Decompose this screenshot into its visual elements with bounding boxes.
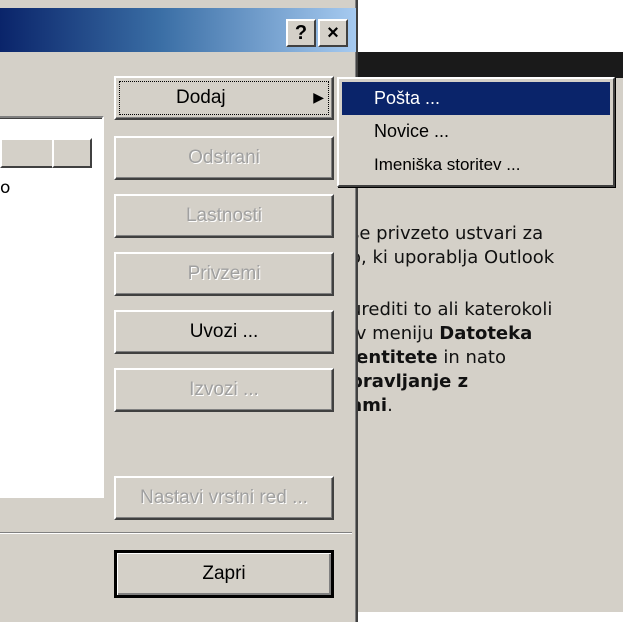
menu-item-directory-service[interactable]: Imeniška storitev ...	[342, 148, 610, 181]
dialog-separator	[0, 532, 352, 534]
accounts-dialog: ? × o Dodaj ▶ Odstrani Lastnosti Privzemi…	[0, 0, 358, 622]
help-line-2: o, ki uporablja Outlook	[350, 247, 555, 268]
help-line-1: se privzeto ustvari za	[350, 223, 544, 244]
remove-button[interactable]: Odstrani	[114, 136, 334, 180]
close-button[interactable]: ×	[318, 19, 348, 47]
add-button-label: Dodaj	[176, 87, 226, 108]
help-line-5-text: in nato	[437, 347, 506, 368]
close-icon: ×	[327, 22, 339, 44]
help-button[interactable]: ?	[286, 19, 316, 47]
help-identitete: lentitete	[350, 347, 438, 368]
help-line-3: urediti to ali katerokoli	[350, 299, 553, 320]
menu-item-mail[interactable]: Pošta ...	[342, 82, 610, 115]
dialog-titlebar[interactable]: ? ×	[0, 8, 356, 52]
accounts-list[interactable]	[0, 116, 104, 498]
help-line-7-text: .	[387, 395, 393, 416]
properties-button[interactable]: Lastnosti	[114, 194, 334, 238]
add-submenu: Pošta ... Novice ... Imeniška storitev .…	[337, 77, 615, 187]
submenu-arrow-icon: ▶	[313, 89, 324, 105]
help-line-4: v meniju Datoteka	[350, 322, 620, 346]
help-line-4-text: v meniju	[355, 323, 440, 344]
help-upravljanje: pravljanje z	[350, 371, 469, 392]
menu-item-news[interactable]: Novice ...	[342, 115, 610, 148]
help-line-6: pravljanje z	[350, 370, 620, 394]
import-button[interactable]: Uvozi ...	[114, 310, 334, 354]
background-help-text: se privzeto ustvari za o, ki uporablja O…	[350, 222, 620, 418]
help-line-7: ami.	[350, 394, 620, 418]
screen: se privzeto ustvari za o, ki uporablja O…	[0, 0, 623, 622]
list-column-header-1[interactable]	[0, 138, 54, 168]
background-header-band	[340, 52, 623, 78]
list-item[interactable]: o	[0, 178, 10, 198]
set-order-button[interactable]: Nastavi vrstni red ...	[114, 476, 334, 520]
help-menu-datoteka: Datoteka	[439, 323, 533, 344]
close-dialog-button[interactable]: Zapri	[114, 550, 334, 598]
list-column-header-2[interactable]	[52, 138, 92, 168]
export-button[interactable]: Izvozi ...	[114, 368, 334, 412]
help-line-5: lentitete in nato	[350, 346, 620, 370]
add-button[interactable]: Dodaj ▶	[114, 76, 334, 120]
set-default-button[interactable]: Privzemi	[114, 252, 334, 296]
